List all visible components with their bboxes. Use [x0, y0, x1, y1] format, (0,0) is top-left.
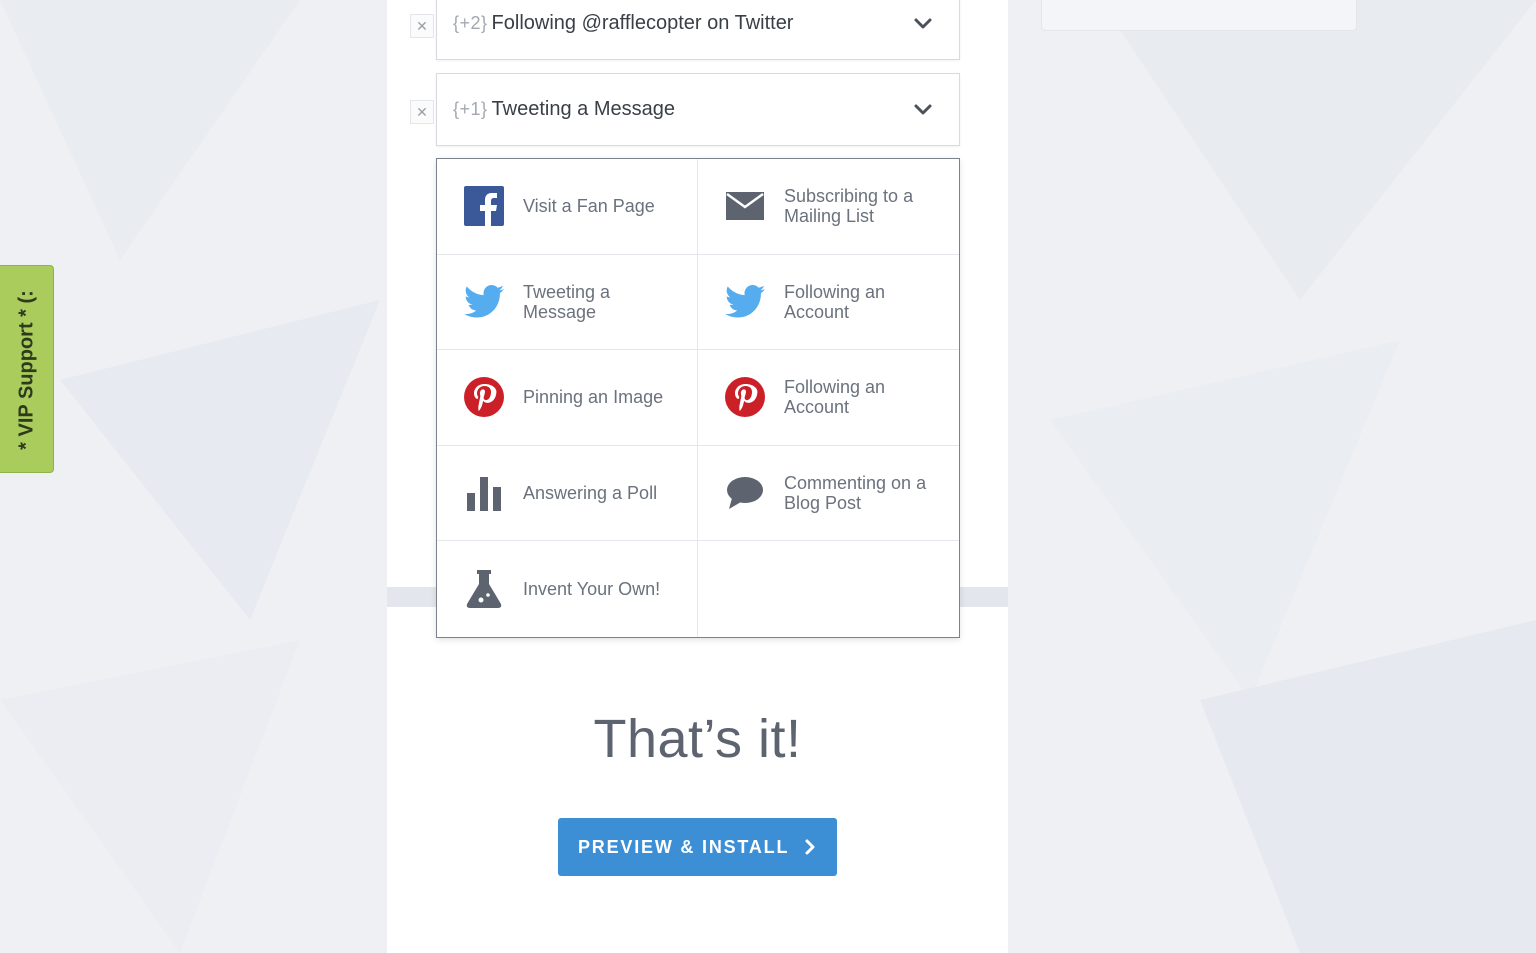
- entry-header[interactable]: {+1} Tweeting a Message: [436, 73, 960, 146]
- side-card: [1041, 0, 1357, 31]
- menu-item-mailing-list[interactable]: Subscribing to a Mailing List: [698, 159, 959, 255]
- menu-item-label: Following an Account: [784, 377, 886, 418]
- pinterest-icon: [724, 376, 766, 418]
- menu-item-label: Following an Account: [784, 281, 886, 322]
- twitter-icon: [724, 281, 766, 323]
- footer-panel: [387, 607, 1008, 953]
- menu-item-label: Tweeting a Message: [523, 281, 611, 322]
- entry-row: ✕ {+1} Tweeting a Message: [410, 73, 960, 146]
- menu-item-label: Invent Your Own!: [523, 579, 661, 600]
- page-headline: That’s it!: [593, 709, 802, 769]
- entry-points: {+2}: [453, 13, 488, 33]
- entry-points: {+1}: [453, 99, 488, 119]
- chevron-down-icon[interactable]: [913, 103, 933, 117]
- menu-empty-cell: [698, 541, 959, 637]
- entry-row: ✕ {+2} Following @rafflecopter on Twitte…: [410, 0, 960, 60]
- menu-item-label: Answering a Poll: [523, 483, 658, 504]
- facebook-icon: [463, 185, 505, 227]
- menu-item-answer-poll[interactable]: Answering a Poll: [437, 445, 698, 542]
- entry-header[interactable]: {+2} Following @rafflecopter on Twitter: [436, 0, 960, 60]
- preview-install-label: PREVIEW & INSTALL: [578, 836, 790, 857]
- chevron-down-icon[interactable]: [913, 17, 933, 31]
- menu-item-visit-fan-page[interactable]: Visit a Fan Page: [437, 159, 698, 255]
- vip-support-label: * VIP Support * (:: [15, 290, 38, 450]
- menu-item-label: Visit a Fan Page: [523, 196, 655, 217]
- speech-bubble-icon: [724, 472, 766, 514]
- menu-item-label: Subscribing to a Mailing List: [784, 186, 914, 227]
- chevron-right-icon: [805, 839, 815, 855]
- preview-install-button[interactable]: PREVIEW & INSTALL: [558, 818, 837, 876]
- menu-item-invent-own[interactable]: Invent Your Own!: [437, 541, 698, 637]
- menu-item-follow-twitter[interactable]: Following an Account: [698, 255, 959, 351]
- twitter-icon: [463, 281, 505, 323]
- menu-item-label: Commenting on a Blog Post: [784, 473, 927, 514]
- menu-item-tweet-message[interactable]: Tweeting a Message: [437, 254, 698, 351]
- vip-support-tab[interactable]: * VIP Support * (:: [0, 265, 54, 473]
- envelope-icon: [724, 185, 766, 227]
- menu-item-blog-comment[interactable]: Commenting on a Blog Post: [698, 446, 959, 542]
- entry-title: Following @rafflecopter on Twitter: [491, 12, 794, 34]
- bar-chart-icon: [463, 472, 505, 514]
- menu-item-pin-image[interactable]: Pinning an Image: [437, 350, 698, 446]
- remove-entry-button[interactable]: ✕: [410, 100, 434, 124]
- entry-title: Tweeting a Message: [491, 98, 675, 120]
- remove-entry-button[interactable]: ✕: [410, 14, 434, 38]
- menu-item-label: Pinning an Image: [523, 387, 664, 408]
- menu-item-follow-pinterest[interactable]: Following an Account: [698, 350, 959, 446]
- entry-type-menu: Visit a Fan Page Subscribing to a Mailin…: [436, 158, 960, 638]
- pinterest-icon: [463, 376, 505, 418]
- flask-icon: [463, 568, 505, 610]
